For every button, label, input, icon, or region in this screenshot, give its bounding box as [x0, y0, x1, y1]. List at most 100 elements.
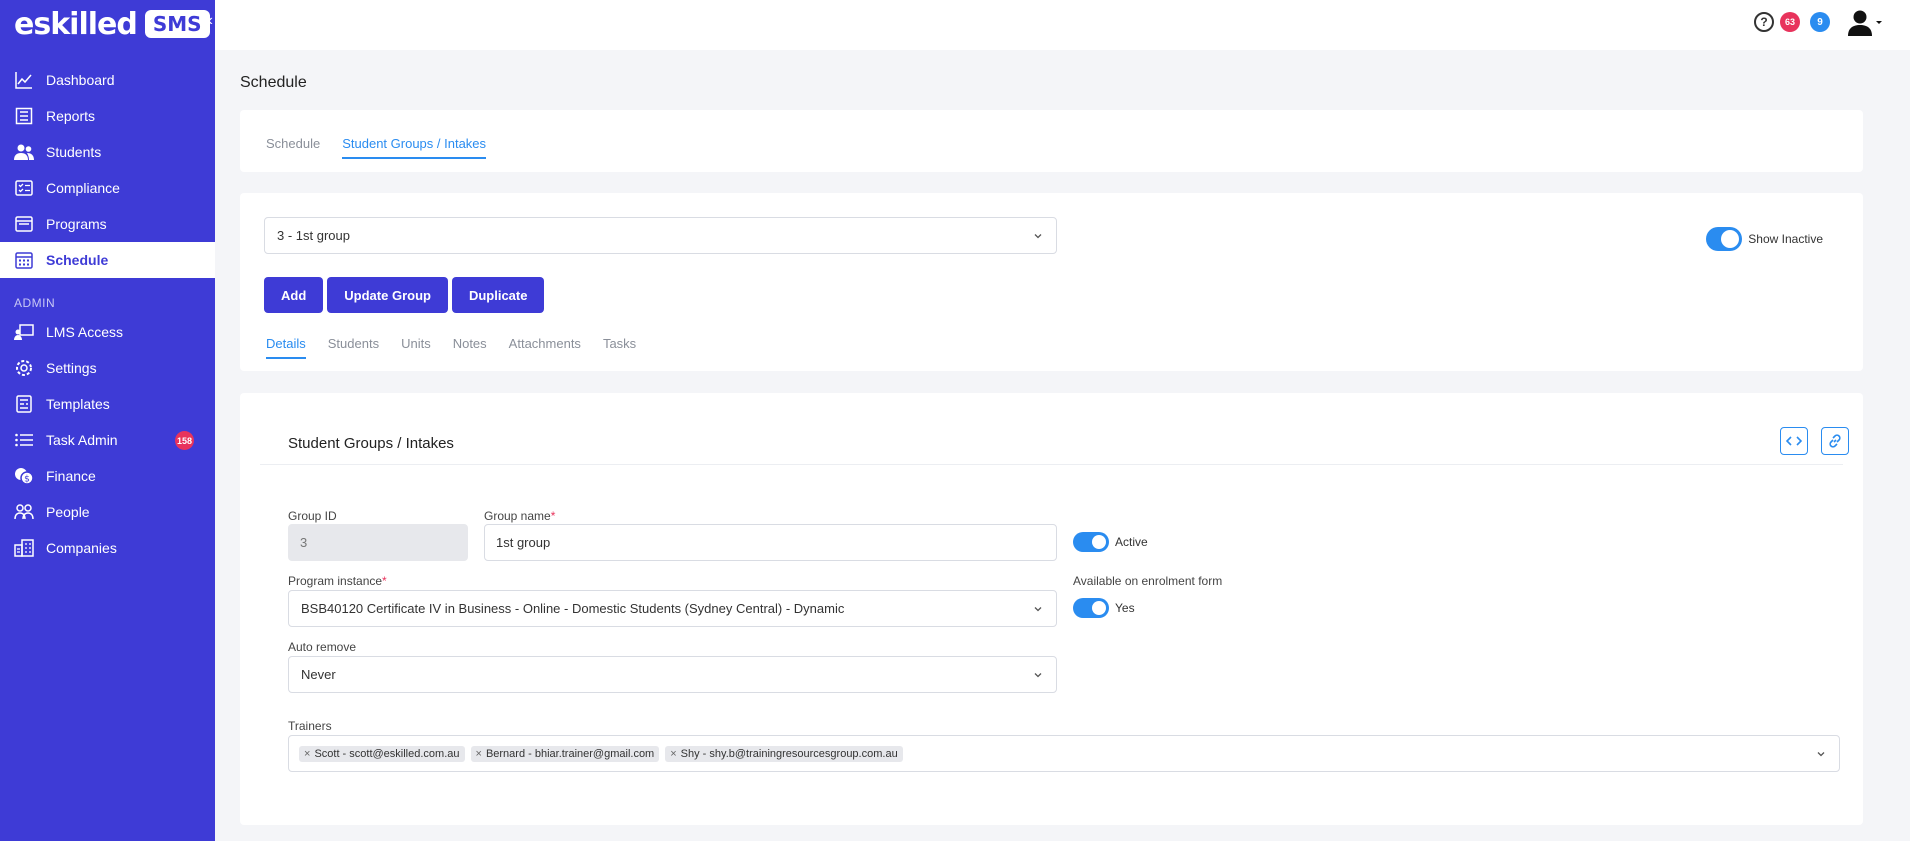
- admin-section-label: ADMIN: [14, 296, 56, 310]
- sidebar-item-label: Finance: [46, 468, 96, 484]
- trainer-chip[interactable]: × Bernard - bhiar.trainer@gmail.com: [470, 745, 660, 762]
- update-group-button[interactable]: Update Group: [327, 277, 448, 313]
- required-mark: *: [382, 574, 387, 588]
- list-icon: [14, 430, 34, 450]
- code-icon: [1786, 436, 1802, 446]
- user-avatar[interactable]: [1846, 8, 1884, 36]
- group-subtabs: Details Students Units Notes Attachments…: [266, 336, 636, 359]
- sidebar-item-label: Reports: [46, 108, 96, 124]
- topbar: ? 63 9: [215, 0, 1910, 50]
- program-instance-label: Program instance*: [288, 574, 387, 588]
- sidebar-item-label: Companies: [46, 540, 117, 556]
- sidebar-item-settings[interactable]: Settings: [0, 350, 215, 386]
- active-toggle[interactable]: [1073, 532, 1109, 552]
- sidebar-item-compliance[interactable]: Compliance: [0, 170, 215, 206]
- available-toggle-group: Yes: [1073, 598, 1135, 618]
- group-select[interactable]: 3 - 1st group: [264, 217, 1057, 254]
- chevron-down-icon: [1817, 752, 1825, 757]
- sidebar-item-label: Settings: [46, 360, 97, 376]
- sidebar-item-dashboard[interactable]: Dashboard: [0, 62, 215, 98]
- users-icon: [14, 142, 34, 162]
- tab-student-groups[interactable]: Student Groups / Intakes: [342, 136, 487, 159]
- link-icon: [1829, 434, 1841, 448]
- topbar-icons: ? 63 9: [1754, 8, 1884, 36]
- tab-schedule[interactable]: Schedule: [266, 136, 320, 159]
- sidebar-item-people[interactable]: People: [0, 494, 215, 530]
- code-view-button[interactable]: [1780, 427, 1808, 455]
- collapse-sidebar-icon[interactable]: «: [204, 12, 213, 30]
- presentation-icon: [14, 322, 34, 342]
- sidebar-item-companies[interactable]: Companies: [0, 530, 215, 566]
- trainer-chip-label: Bernard - bhiar.trainer@gmail.com: [485, 747, 655, 760]
- group-name-input[interactable]: 1st group: [484, 524, 1057, 561]
- sidebar-item-label: Students: [46, 144, 102, 160]
- tab-units[interactable]: Units: [401, 336, 431, 359]
- tab-students[interactable]: Students: [328, 336, 379, 359]
- sidebar-item-schedule[interactable]: Schedule: [0, 242, 215, 278]
- sidebar-item-programs[interactable]: Programs: [0, 206, 215, 242]
- show-inactive-toggle[interactable]: [1706, 227, 1743, 251]
- sidebar-item-label: Compliance: [46, 180, 120, 196]
- group-selector-card: 3 - 1st group Show Inactive Add Update G…: [240, 193, 1863, 371]
- chart-line-icon: [14, 70, 34, 90]
- chevron-down-icon: [1034, 234, 1042, 239]
- program-instance-value: BSB40120 Certificate IV in Business - On…: [301, 601, 845, 616]
- gear-icon: [14, 358, 34, 378]
- notification-badge-red[interactable]: 63: [1780, 12, 1800, 32]
- sidebar-item-label: People: [46, 504, 90, 520]
- logo-text: eskilled: [14, 6, 138, 42]
- page-tabs-card: Schedule Student Groups / Intakes: [240, 110, 1863, 172]
- sidebar-item-label: Task Admin: [46, 432, 118, 448]
- trainers-label: Trainers: [288, 719, 332, 733]
- link-button[interactable]: [1821, 427, 1849, 455]
- sidebar-item-finance[interactable]: $ Finance: [0, 458, 215, 494]
- tab-tasks[interactable]: Tasks: [603, 336, 636, 359]
- section-title: Student Groups / Intakes: [288, 435, 454, 452]
- program-instance-label-text: Program instance: [288, 574, 383, 588]
- sidebar-item-task-admin[interactable]: Task Admin 158: [0, 422, 215, 458]
- tab-attachments[interactable]: Attachments: [509, 336, 581, 359]
- trainer-chip[interactable]: × Scott - scott@eskilled.com.au: [299, 745, 465, 762]
- people-icon: [14, 502, 34, 522]
- svg-text:$: $: [24, 475, 30, 485]
- group-select-value: 3 - 1st group: [277, 228, 350, 243]
- sidebar-nav: Dashboard Reports Students Compliance Pr…: [0, 62, 215, 566]
- available-label: Available on enrolment form: [1073, 574, 1223, 588]
- help-icon[interactable]: ?: [1754, 12, 1774, 32]
- notification-badge-blue[interactable]: 9: [1810, 12, 1830, 32]
- calendar-icon: [14, 250, 34, 270]
- add-button[interactable]: Add: [264, 277, 324, 313]
- group-name-label: Group name*: [484, 509, 555, 523]
- trainer-chip[interactable]: × Shy - shy.b@trainingresourcesgroup.com.…: [665, 745, 903, 762]
- active-label: Active: [1115, 535, 1148, 549]
- trainer-chip-label: Scott - scott@eskilled.com.au: [314, 747, 460, 760]
- sidebar-item-reports[interactable]: Reports: [0, 98, 215, 134]
- template-icon: [14, 394, 34, 414]
- group-name-label-text: Group name: [484, 509, 551, 523]
- sidebar-item-label: Templates: [46, 396, 110, 412]
- trainers-select[interactable]: × Scott - scott@eskilled.com.au × Bernard …: [288, 735, 1840, 772]
- auto-remove-label: Auto remove: [288, 640, 357, 654]
- show-inactive-toggle-group: Show Inactive: [1706, 227, 1823, 251]
- auto-remove-select[interactable]: Never: [288, 656, 1057, 693]
- program-instance-select[interactable]: BSB40120 Certificate IV in Business - On…: [288, 590, 1057, 627]
- logo[interactable]: eskilled SMS: [14, 6, 210, 42]
- page-tabs: Schedule Student Groups / Intakes: [266, 136, 487, 159]
- available-toggle[interactable]: [1073, 598, 1109, 618]
- duplicate-button[interactable]: Duplicate: [451, 277, 545, 313]
- remove-chip-icon[interactable]: ×: [304, 748, 310, 760]
- tab-notes[interactable]: Notes: [453, 336, 487, 359]
- show-inactive-label: Show Inactive: [1748, 232, 1823, 246]
- section-header: [260, 417, 1843, 465]
- sidebar-item-label: Dashboard: [46, 72, 115, 88]
- sidebar-item-label: Programs: [46, 216, 107, 232]
- auto-remove-value: Never: [301, 667, 336, 682]
- remove-chip-icon[interactable]: ×: [670, 748, 676, 760]
- required-mark: *: [550, 509, 556, 523]
- remove-chip-icon[interactable]: ×: [476, 748, 482, 760]
- sidebar-item-lms-access[interactable]: LMS Access: [0, 314, 215, 350]
- sidebar-item-templates[interactable]: Templates: [0, 386, 215, 422]
- sidebar-item-students[interactable]: Students: [0, 134, 215, 170]
- tab-details[interactable]: Details: [266, 336, 306, 359]
- available-value: Yes: [1115, 601, 1135, 615]
